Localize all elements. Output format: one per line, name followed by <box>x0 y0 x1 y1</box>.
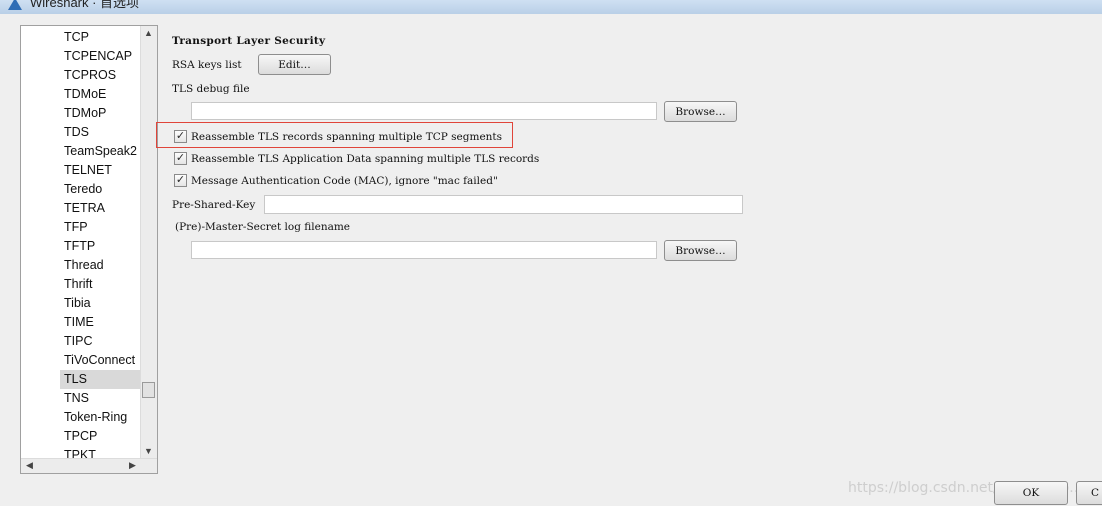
tree-item-tns[interactable]: TNS <box>64 389 89 408</box>
tree-item-teamspeak2[interactable]: TeamSpeak2 <box>64 142 137 161</box>
pre-shared-key-label: Pre-Shared-Key <box>172 199 256 211</box>
protocol-tree-list: TCP TCPENCAP TCPROS TDMoE TDMoP TDS TeamSpeak2… <box>21 26 142 458</box>
tree-item-tipc[interactable]: TIPC <box>64 332 92 351</box>
tree-item-thread[interactable]: Thread <box>64 256 104 275</box>
tree-item-tftp[interactable]: TFTP <box>64 237 95 256</box>
tree-item-tibia[interactable]: Tibia <box>64 294 91 313</box>
reassemble-tls-records-checkbox[interactable]: ✓ <box>174 130 187 143</box>
tree-item-tcp[interactable]: TCP <box>64 28 89 47</box>
tree-item-tivoconnect[interactable]: TiVoConnect <box>64 351 135 370</box>
protocol-tree[interactable]: TCP TCPENCAP TCPROS TDMoE TDMoP TDS TeamSpeak2… <box>20 25 158 474</box>
tree-vertical-scrollbar[interactable]: ▲ ▼ <box>140 26 157 458</box>
window-title: Wireshark · 首选项 <box>30 0 140 10</box>
tree-item-tdmoe[interactable]: TDMoE <box>64 85 106 104</box>
master-secret-log-label: (Pre)-Master-Secret log filename <box>175 221 351 233</box>
scroll-left-arrow-icon[interactable]: ◀ <box>26 460 33 471</box>
reassemble-app-data-label: Reassemble TLS Application Data spanning… <box>191 153 540 165</box>
scroll-down-arrow-icon[interactable]: ▼ <box>144 446 153 456</box>
section-title: Transport Layer Security <box>172 35 326 47</box>
tree-item-tls[interactable]: TLS <box>60 370 142 389</box>
tree-item-tetra[interactable]: TETRA <box>64 199 105 218</box>
tree-item-tdmop[interactable]: TDMoP <box>64 104 106 123</box>
reassemble-app-data-checkbox[interactable]: ✓ <box>174 152 187 165</box>
tree-item-tpkt[interactable]: TPKT <box>64 446 96 458</box>
scroll-up-arrow-icon[interactable]: ▲ <box>144 28 153 38</box>
tls-debug-file-label: TLS debug file <box>172 83 250 95</box>
browse-master-secret-button[interactable]: Browse… <box>664 240 737 261</box>
tree-item-tds[interactable]: TDS <box>64 123 89 142</box>
edit-rsa-keys-button[interactable]: Edit… <box>258 54 331 75</box>
ignore-mac-failed-label: Message Authentication Code (MAC), ignor… <box>191 175 498 187</box>
tree-item-tcpros[interactable]: TCPROS <box>64 66 116 85</box>
tree-item-tfp[interactable]: TFP <box>64 218 88 237</box>
browse-debug-file-button[interactable]: Browse… <box>664 101 737 122</box>
tree-item-tcpencap[interactable]: TCPENCAP <box>64 47 132 66</box>
pre-shared-key-input[interactable] <box>264 195 743 214</box>
tree-item-teredo[interactable]: Teredo <box>64 180 102 199</box>
tree-horizontal-scrollbar[interactable]: ◀ ▶ <box>21 458 157 473</box>
wireshark-app-icon <box>8 0 22 10</box>
title-bar: Wireshark · 首选项 <box>0 0 1102 14</box>
scrollbar-thumb[interactable] <box>142 382 155 398</box>
ignore-mac-failed-checkbox[interactable]: ✓ <box>174 174 187 187</box>
cancel-button[interactable]: C <box>1076 481 1102 505</box>
tree-item-thrift[interactable]: Thrift <box>64 275 92 294</box>
rsa-keys-label: RSA keys list <box>172 59 242 71</box>
ok-button[interactable]: OK <box>994 481 1068 505</box>
tree-item-time[interactable]: TIME <box>64 313 94 332</box>
master-secret-log-input[interactable] <box>191 241 657 259</box>
scroll-right-arrow-icon[interactable]: ▶ <box>129 460 136 471</box>
tree-item-token-ring[interactable]: Token-Ring <box>64 408 127 427</box>
tree-item-tpcp[interactable]: TPCP <box>64 427 97 446</box>
tls-debug-file-input[interactable] <box>191 102 657 120</box>
reassemble-tls-records-label: Reassemble TLS records spanning multiple… <box>191 131 503 143</box>
tree-item-telnet[interactable]: TELNET <box>64 161 112 180</box>
